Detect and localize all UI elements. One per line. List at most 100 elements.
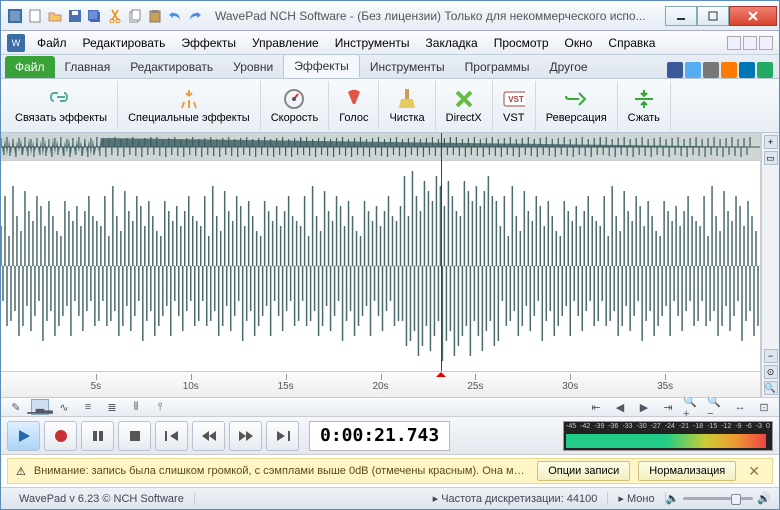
tool-mono-icon[interactable]: ⫯ [151,399,169,415]
menubar-icon-3[interactable] [759,36,773,50]
undo-icon[interactable] [167,8,183,24]
redo-icon[interactable] [187,8,203,24]
menubar-icon-1[interactable] [727,36,741,50]
menu-help[interactable]: Справка [600,33,663,53]
record-button[interactable] [44,421,77,451]
new-icon[interactable] [27,8,43,24]
tool-frequency-icon[interactable]: ∿ [55,399,73,415]
waveform-detailed[interactable] [1,161,760,371]
menu-tools[interactable]: Инструменты [327,33,418,53]
transport-bar: 0:00:21.743 -45-42-39-36-33-30-27-24-21-… [1,417,779,455]
pause-button[interactable] [81,421,114,451]
menu-effects[interactable]: Эффекты [173,33,244,53]
ruler-tick-label: 25s [467,381,483,392]
rewind-start-button[interactable] [155,421,188,451]
ruler-tick-label: 35s [657,381,673,392]
tab-levels[interactable]: Уровни [223,56,283,78]
twitter-icon[interactable] [685,62,701,78]
menu-edit[interactable]: Редактировать [75,33,174,53]
hscroll-end-icon[interactable]: ⇥ [659,399,677,415]
vst-button[interactable]: VSTVST [493,81,536,130]
tab-main[interactable]: Главная [55,56,121,78]
saveall-icon[interactable] [87,8,103,24]
directx-button[interactable]: DirectX [436,81,493,130]
tool-waveform-icon[interactable]: ▁▃▂ [31,399,49,415]
tab-programs[interactable]: Программы [455,56,540,78]
forward-end-button[interactable] [266,421,299,451]
special-effects-button[interactable]: Специальные эффекты [118,81,261,130]
facebook-icon[interactable] [667,62,683,78]
cleanup-button[interactable]: Чистка [379,81,435,130]
reverse-button[interactable]: Реверсация [536,81,618,130]
voice-label: Голос [339,112,368,124]
waveform-overview[interactable] [1,133,760,161]
save-icon[interactable] [67,8,83,24]
normalize-button[interactable]: Нормализация [638,461,736,481]
forward-button[interactable] [229,421,262,451]
minimize-button[interactable] [665,6,697,26]
play-button[interactable] [7,421,40,451]
menu-control[interactable]: Управление [244,33,327,53]
share-icon[interactable] [757,62,773,78]
compress-icon [633,88,655,110]
stumble-icon[interactable] [721,62,737,78]
linkedin-icon[interactable] [739,62,755,78]
cut-icon[interactable] [107,8,123,24]
volume-control[interactable]: 🔈 🔊 [666,492,771,505]
playhead-full [441,133,442,371]
status-samplerate[interactable]: ▸ Частота дискретизации: 44100 [423,492,609,505]
hscroll-left-icon[interactable]: ◀ [611,399,629,415]
rewind-button[interactable] [192,421,225,451]
quick-access-toolbar [1,8,209,24]
hscroll-start-icon[interactable]: ⇤ [587,399,605,415]
tab-edit[interactable]: Редактировать [120,56,223,78]
vzoom-fit-icon[interactable]: ▭ [764,151,778,165]
stop-button[interactable] [118,421,151,451]
vzoom-in-icon[interactable]: + [764,135,778,149]
app-icon[interactable]: W [7,34,25,52]
vzoom-search-icon[interactable]: 🔍 [764,381,778,395]
volume-slider[interactable] [683,497,753,500]
status-channels[interactable]: ▸ Моно [608,492,665,505]
maximize-button[interactable] [697,6,729,26]
tab-other[interactable]: Другое [539,56,597,78]
hzoom-in-icon[interactable]: 🔍+ [683,399,701,415]
reverse-label: Реверсация [546,112,607,124]
speed-button[interactable]: Скорость [261,81,330,130]
warning-close-icon[interactable]: ✕ [744,463,764,480]
clean-icon [396,88,418,110]
hscroll-right-icon[interactable]: ▶ [635,399,653,415]
waveform-main[interactable]: 5s10s15s20s25s30s35s [1,133,761,397]
open-icon[interactable] [47,8,63,24]
vzoom-out-icon[interactable]: − [764,349,778,363]
voice-button[interactable]: Голос [329,81,379,130]
menu-view[interactable]: Просмотр [486,33,557,53]
tab-file[interactable]: Файл [5,56,55,78]
close-button[interactable] [729,6,777,26]
tab-tools[interactable]: Инструменты [360,56,455,78]
record-options-button[interactable]: Опции записи [537,461,630,481]
plus-icon[interactable] [703,62,719,78]
hzoom-out-icon[interactable]: 🔍− [707,399,725,415]
menu-bookmark[interactable]: Закладка [418,33,486,53]
menubar-right-icons [727,36,773,50]
directx-label: DirectX [446,112,482,124]
hzoom-fit-icon[interactable]: ↔ [731,399,749,415]
paste-icon[interactable] [147,8,163,24]
menu-window[interactable]: Окно [557,33,601,53]
link-icon [50,88,72,110]
tool-split2-icon[interactable]: ≣ [103,399,121,415]
vzoom-reset-icon[interactable]: ⊙ [764,365,778,379]
tool-pencil-icon[interactable]: ✎ [7,399,25,415]
copy-icon[interactable] [127,8,143,24]
effect-chain-button[interactable]: Связать эффекты [5,81,118,130]
time-ruler[interactable]: 5s10s15s20s25s30s35s [1,371,760,397]
tab-effects[interactable]: Эффекты [283,54,360,78]
hzoom-sel-icon[interactable]: ⊡ [755,399,773,415]
menubar-icon-2[interactable] [743,36,757,50]
menu-file[interactable]: Файл [29,33,75,53]
compress-button[interactable]: Сжать [618,81,671,130]
tool-split1-icon[interactable]: ≡ [79,399,97,415]
app-menu-icon[interactable] [7,8,23,24]
tool-stereo-icon[interactable]: ⫴ [127,399,145,415]
